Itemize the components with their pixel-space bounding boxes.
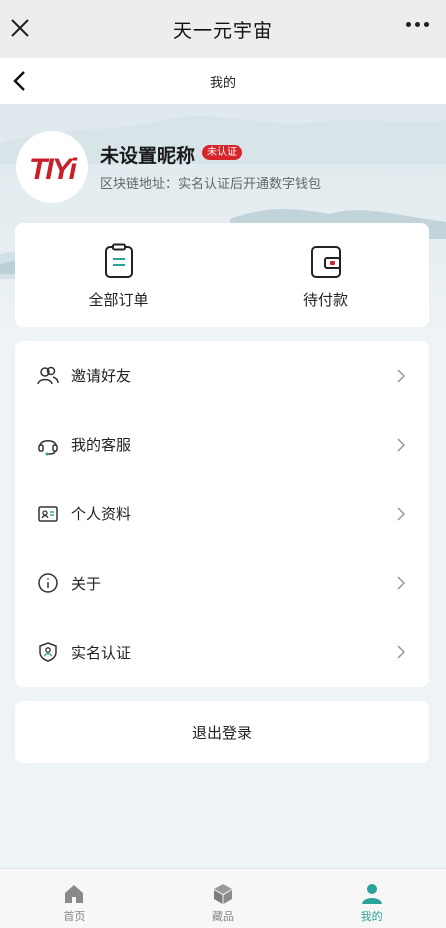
menu-item-about[interactable]: 关于 (15, 549, 429, 618)
more-icon[interactable] (406, 22, 434, 32)
chevron-right-icon (397, 507, 406, 521)
orders-card: 全部订单 待付款 (15, 223, 429, 327)
tab-mine[interactable]: 我的 (297, 869, 446, 928)
tab-home[interactable]: 首页 (0, 869, 149, 928)
chevron-right-icon (397, 576, 406, 590)
menu-item-invite-friends[interactable]: 邀请好友 (15, 341, 429, 410)
close-icon[interactable] (6, 14, 34, 42)
verification-badge: 未认证 (202, 145, 242, 160)
wallet-icon (310, 246, 341, 278)
page-title: 我的 (209, 75, 236, 91)
nickname: 未设置昵称 (100, 145, 196, 167)
menu-item-profile[interactable]: 个人资料 (15, 479, 429, 548)
svg-text:TIYi: TIYi (29, 153, 78, 186)
tiyi-logo: TIYi (29, 153, 80, 186)
app-title: 天一元宇宙 (172, 19, 273, 42)
home-icon (65, 885, 84, 903)
bottom-tab-bar: 首页 藏品 我的 (0, 868, 446, 928)
back-arrow-icon[interactable] (8, 68, 34, 94)
info-icon (38, 573, 58, 593)
menu-item-real-name-verification[interactable]: 实名认证 (15, 618, 429, 687)
pending-payment-button[interactable]: 待付款 (222, 223, 429, 327)
chevron-right-icon (397, 438, 406, 452)
avatar[interactable]: TIYi (16, 131, 88, 203)
menu-item-label: 个人资料 (71, 505, 132, 524)
chain-address: 区块链地址：实名认证后开通数字钱包 (100, 177, 322, 192)
chevron-right-icon (397, 369, 406, 383)
user-icon (361, 884, 382, 904)
tab-label: 首页 (63, 910, 86, 923)
tab-label: 藏品 (212, 910, 234, 923)
headset-icon (38, 439, 58, 456)
shield-user-icon (39, 642, 57, 663)
logout-label: 退出登录 (191, 723, 252, 742)
clipboard-icon (104, 243, 133, 278)
logout-button[interactable]: 退出登录 (15, 701, 429, 763)
all-orders-button[interactable]: 全部订单 (15, 223, 222, 327)
menu-item-label: 实名认证 (71, 643, 132, 662)
all-orders-label: 全部订单 (88, 291, 149, 309)
menu-item-label: 邀请好友 (71, 367, 132, 386)
menu-item-label: 关于 (71, 574, 102, 593)
cube-icon (214, 884, 232, 904)
friends-icon (37, 366, 59, 384)
menu-item-label: 我的客服 (71, 436, 132, 455)
chevron-right-icon (397, 645, 406, 659)
tab-collections[interactable]: 藏品 (149, 869, 298, 928)
menu-card: 邀请好友 我的客服 个人资料 关于 实名认证 (15, 341, 429, 687)
menu-item-customer-service[interactable]: 我的客服 (15, 410, 429, 479)
wechat-title-bar: 天一元宇宙 (0, 0, 446, 58)
tab-label: 我的 (360, 910, 383, 923)
page-nav: 我的 (0, 58, 446, 104)
id-card-icon (38, 506, 58, 522)
pending-payment-label: 待付款 (302, 291, 348, 309)
